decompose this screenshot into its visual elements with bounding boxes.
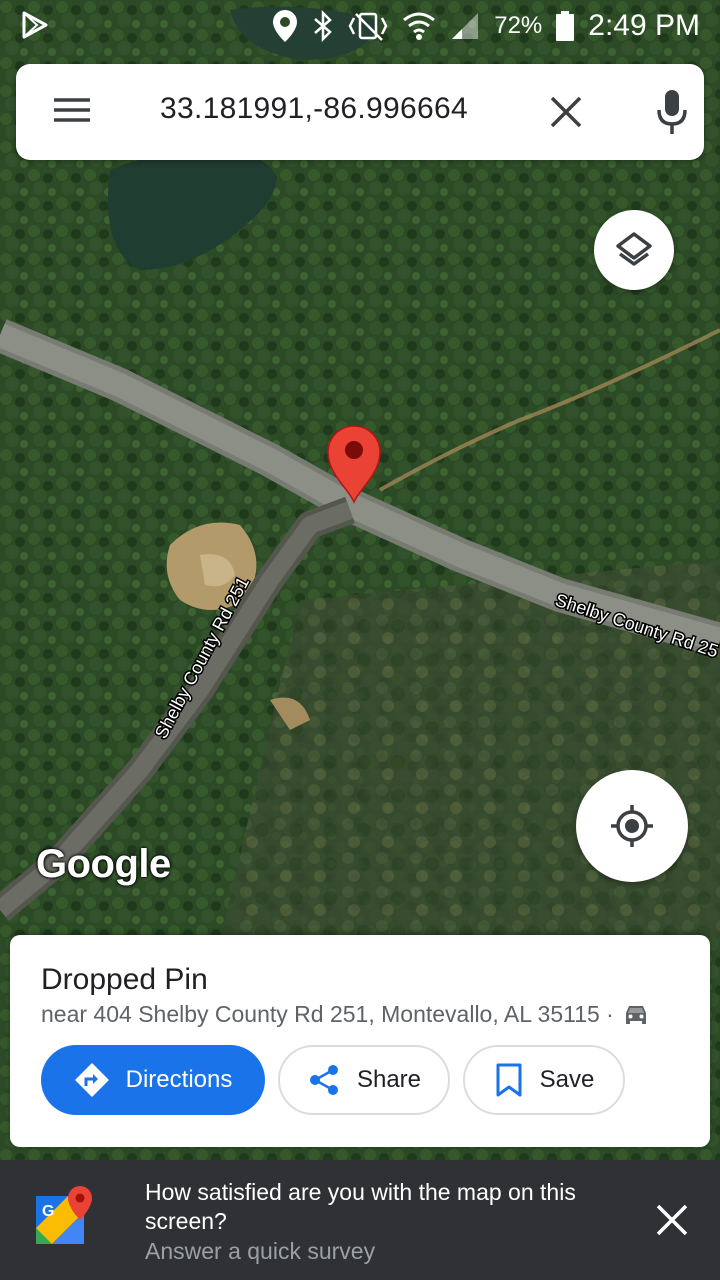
my-location-button[interactable]	[576, 770, 688, 882]
battery-icon	[556, 11, 575, 41]
survey-banner[interactable]: G How satisfied are you with the map on …	[0, 1160, 720, 1280]
google-maps-logo-icon: G	[36, 1186, 92, 1244]
status-bar: 72% 2:49 PM	[0, 0, 720, 50]
place-address-text: near 404 Shelby County Rd 251, Montevall…	[41, 1001, 614, 1027]
directions-icon	[74, 1063, 109, 1097]
google-attribution: Google	[36, 842, 171, 886]
mic-icon[interactable]	[652, 88, 692, 136]
layers-icon	[616, 232, 652, 266]
vibrate-icon	[348, 12, 388, 41]
share-label: Share	[356, 1066, 422, 1093]
my-location-icon	[611, 805, 653, 847]
place-card[interactable]: Dropped Pin near 404 Shelby County Rd 25…	[10, 935, 710, 1147]
play-store-icon	[22, 11, 48, 39]
wifi-icon	[403, 12, 436, 40]
save-label: Save	[539, 1066, 595, 1093]
share-button[interactable]: Share	[278, 1045, 450, 1115]
search-query[interactable]: 33.181991,-86.996664	[160, 92, 468, 126]
save-button[interactable]: Save	[463, 1045, 625, 1115]
survey-action[interactable]: Answer a quick survey	[145, 1238, 375, 1265]
close-icon[interactable]	[546, 92, 586, 132]
bookmark-icon	[496, 1063, 522, 1097]
close-icon[interactable]	[652, 1200, 692, 1240]
share-icon	[309, 1065, 338, 1095]
place-address: near 404 Shelby County Rd 251, Montevall…	[41, 1001, 650, 1028]
signal-icon	[452, 13, 479, 39]
svg-text:G: G	[42, 1203, 54, 1220]
survey-question: How satisfied are you with the map on th…	[145, 1179, 576, 1234]
layers-button[interactable]	[594, 210, 674, 290]
directions-button[interactable]: Directions	[41, 1045, 265, 1115]
directions-label: Directions	[125, 1066, 233, 1093]
battery-percent: 72%	[494, 12, 543, 39]
car-icon	[625, 1005, 646, 1024]
search-bar[interactable]: 33.181991,-86.996664	[16, 64, 704, 160]
location-icon	[273, 10, 298, 42]
place-title: Dropped Pin	[41, 963, 208, 996]
bluetooth-icon	[314, 10, 333, 42]
menu-icon[interactable]	[52, 90, 92, 130]
clock: 2:49 PM	[588, 9, 700, 42]
